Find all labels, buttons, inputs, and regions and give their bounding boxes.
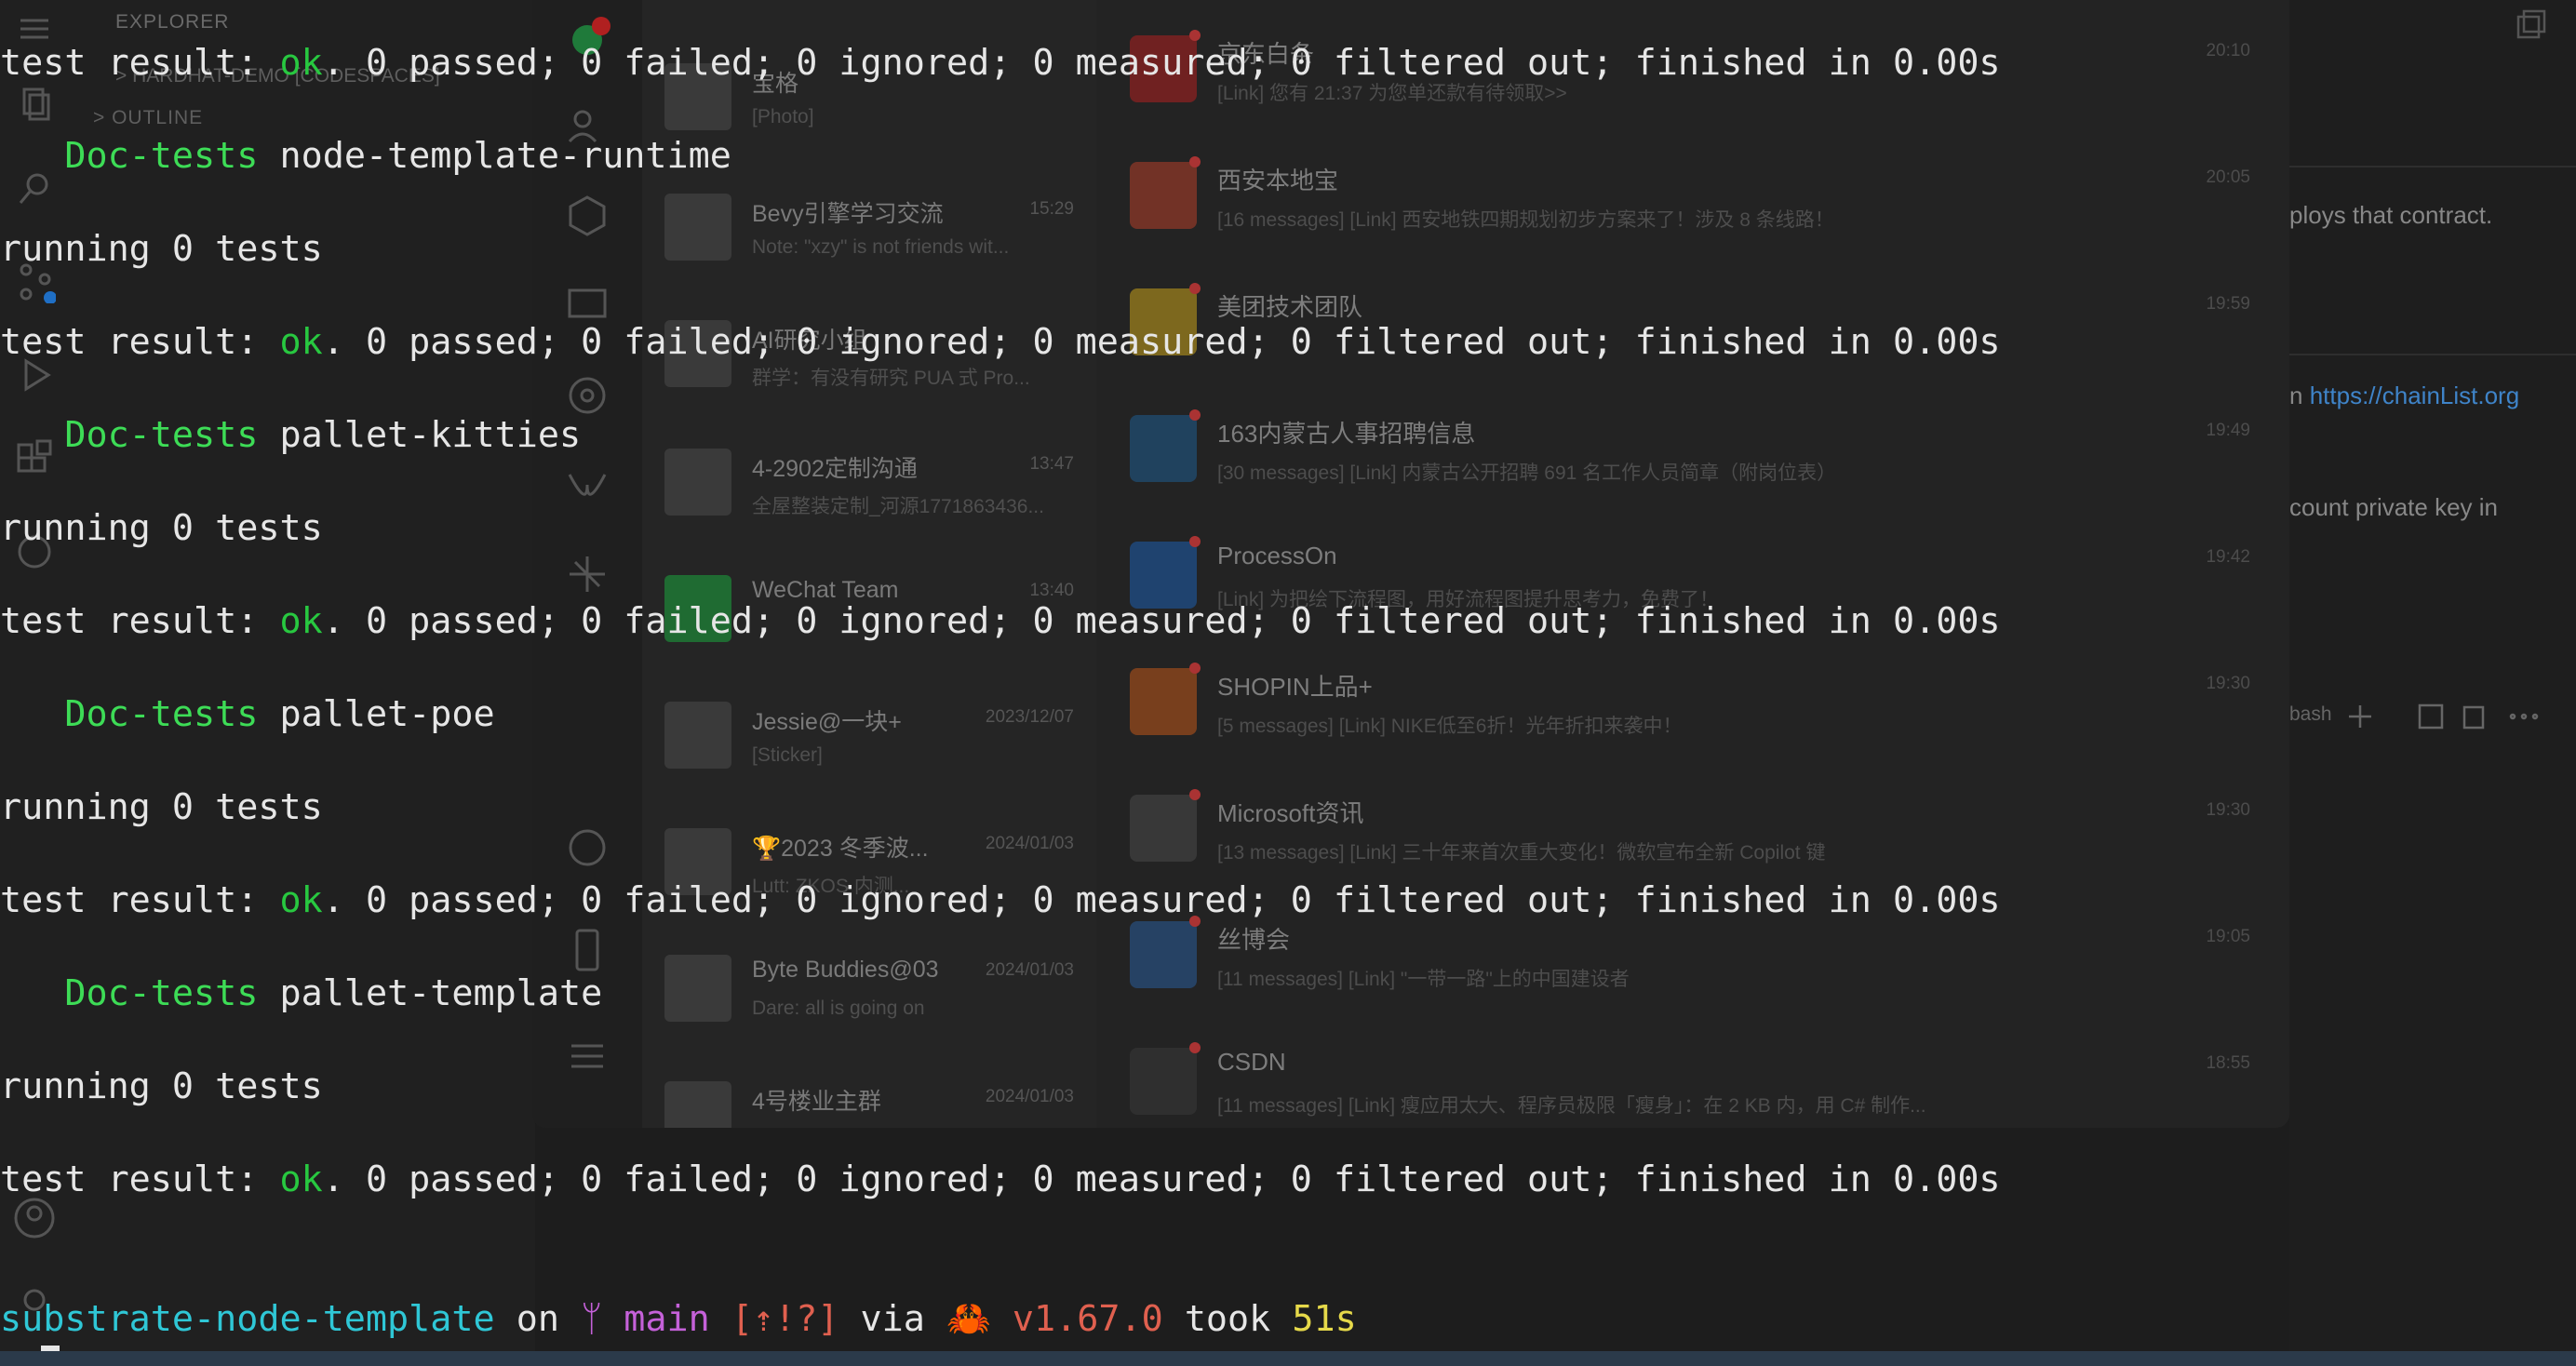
ok-status: ok [279,600,323,642]
test-result-line: test result: ok. 0 passed; 0 failed; 0 i… [0,1158,2001,1200]
ok-status: ok [279,321,323,363]
ok-status: ok [279,42,323,84]
running-line: running 0 tests [0,1065,323,1107]
git-status: [⇡!?] [731,1298,839,1340]
rust-crab-icon: 🦀 [946,1298,991,1340]
doc-tests-header: Doc-tests node-template-runtime [64,135,731,177]
test-result-line: test result: ok. 0 passed; 0 failed; 0 i… [0,879,2001,921]
doc-tests-header: Doc-tests pallet-template [64,972,603,1014]
doc-tests-header: Doc-tests pallet-kitties [64,414,582,456]
test-result-line: test result: ok. 0 passed; 0 failed; 0 i… [0,321,2001,363]
doc-tests-header: Doc-tests pallet-poe [64,693,495,735]
git-branch: main [624,1298,710,1340]
prompt-directory: substrate-node-template [0,1298,495,1340]
test-result-line: test result: ok. 0 passed; 0 failed; 0 i… [0,42,2001,84]
shell-prompt[interactable]: substrate-node-template on ᛘ main [⇡!?] … [0,1297,1357,1342]
ok-status: ok [279,879,323,921]
running-line: running 0 tests [0,786,323,828]
ok-status: ok [279,1158,323,1200]
test-result-line: test result: ok. 0 passed; 0 failed; 0 i… [0,600,2001,642]
rust-version: v1.67.0 [1012,1298,1163,1340]
running-line: running 0 tests [0,228,323,270]
status-bar [0,1351,2576,1366]
git-branch-icon: ᛘ [581,1298,603,1340]
terminal-output: test result: ok. 0 passed; 0 failed; 0 i… [0,0,2576,1366]
running-line: running 0 tests [0,507,323,549]
command-duration: 51s [1292,1298,1357,1340]
